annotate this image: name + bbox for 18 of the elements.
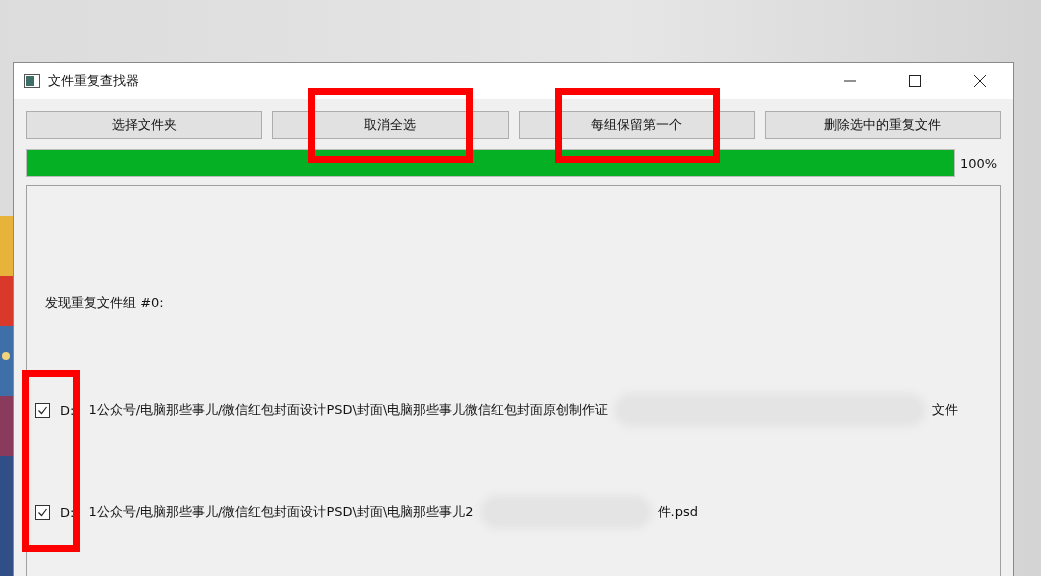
toolbar-button[interactable]: 选择文件夹: [26, 111, 263, 139]
checkbox[interactable]: [35, 402, 50, 418]
file-path: 1公众号/电脑那些事儿/微信红包封面设计PSD\封面\电脑那些事儿微信红包封面原创制作证: [88, 401, 609, 419]
file-path: 件.psd: [657, 503, 698, 521]
file-path: 1公众号/电脑那些事儿/微信红包封面设计PSD\封面\电脑那些事儿2: [88, 503, 474, 521]
toolbar-button[interactable]: 取消全选: [272, 111, 509, 139]
maximize-icon[interactable]: [908, 74, 922, 88]
checkbox[interactable]: [35, 504, 50, 520]
drive-label: D:: [60, 504, 75, 520]
group-label: 发现重复文件组 #0:: [45, 294, 165, 312]
progress-reading: 100%: [960, 155, 998, 171]
close-icon[interactable]: [973, 74, 987, 88]
drive-label: D:: [60, 402, 75, 418]
toolbar-button[interactable]: 删除选中的重复文件: [764, 111, 1001, 139]
window-icon: [24, 74, 40, 88]
window-title: 文件重复查找器: [48, 72, 139, 90]
file-path: 文件: [932, 401, 959, 419]
toolbar-button[interactable]: 每组保留第一个: [518, 111, 755, 139]
